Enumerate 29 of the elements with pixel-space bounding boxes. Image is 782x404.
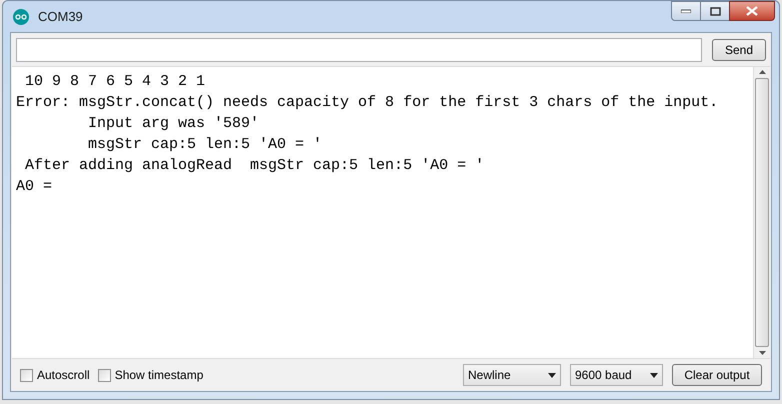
close-icon <box>746 6 758 16</box>
output-line: msgStr cap:5 len:5 'A0 = ' <box>87 135 322 155</box>
checkbox[interactable] <box>98 368 111 382</box>
scrollbar[interactable] <box>753 67 770 358</box>
scroll-up-icon[interactable] <box>758 70 766 74</box>
close-button[interactable] <box>729 1 775 21</box>
line-ending-dropdown[interactable]: Newline <box>463 364 561 386</box>
minimize-icon <box>681 9 691 13</box>
output-line: Error: msgStr.concat() needs capacity of 8 for the first 3 chars of the input. <box>16 93 718 113</box>
checkbox-label: Autoscroll <box>37 367 90 384</box>
output-line: 10 9 8 7 6 5 4 3 2 1 <box>24 72 206 92</box>
clear-output-button[interactable]: Clear output <box>672 364 762 386</box>
scroll-down-icon[interactable] <box>758 351 766 355</box>
output-line: After adding analogRead msgStr cap:5 len:5 'A0 = ' <box>24 156 484 176</box>
maximize-button[interactable] <box>701 1 729 21</box>
baud-rate-dropdown[interactable]: 9600 baud <box>570 364 663 386</box>
checkbox[interactable] <box>20 368 33 382</box>
output-line: A0 = <box>16 177 54 197</box>
caret-icon <box>548 372 556 378</box>
minimize-button[interactable] <box>671 1 701 21</box>
maximize-icon <box>710 6 720 16</box>
send-field[interactable] <box>16 38 702 62</box>
send-button[interactable]: Send <box>712 39 766 61</box>
checkbox-label: Show timestamp <box>114 367 204 384</box>
caret-icon <box>650 372 658 378</box>
window-title: COM39 <box>38 8 83 26</box>
output-line: Input arg was '589' <box>87 114 260 134</box>
scroll-thumb[interactable] <box>755 78 769 347</box>
app-logo-icon <box>13 8 29 24</box>
